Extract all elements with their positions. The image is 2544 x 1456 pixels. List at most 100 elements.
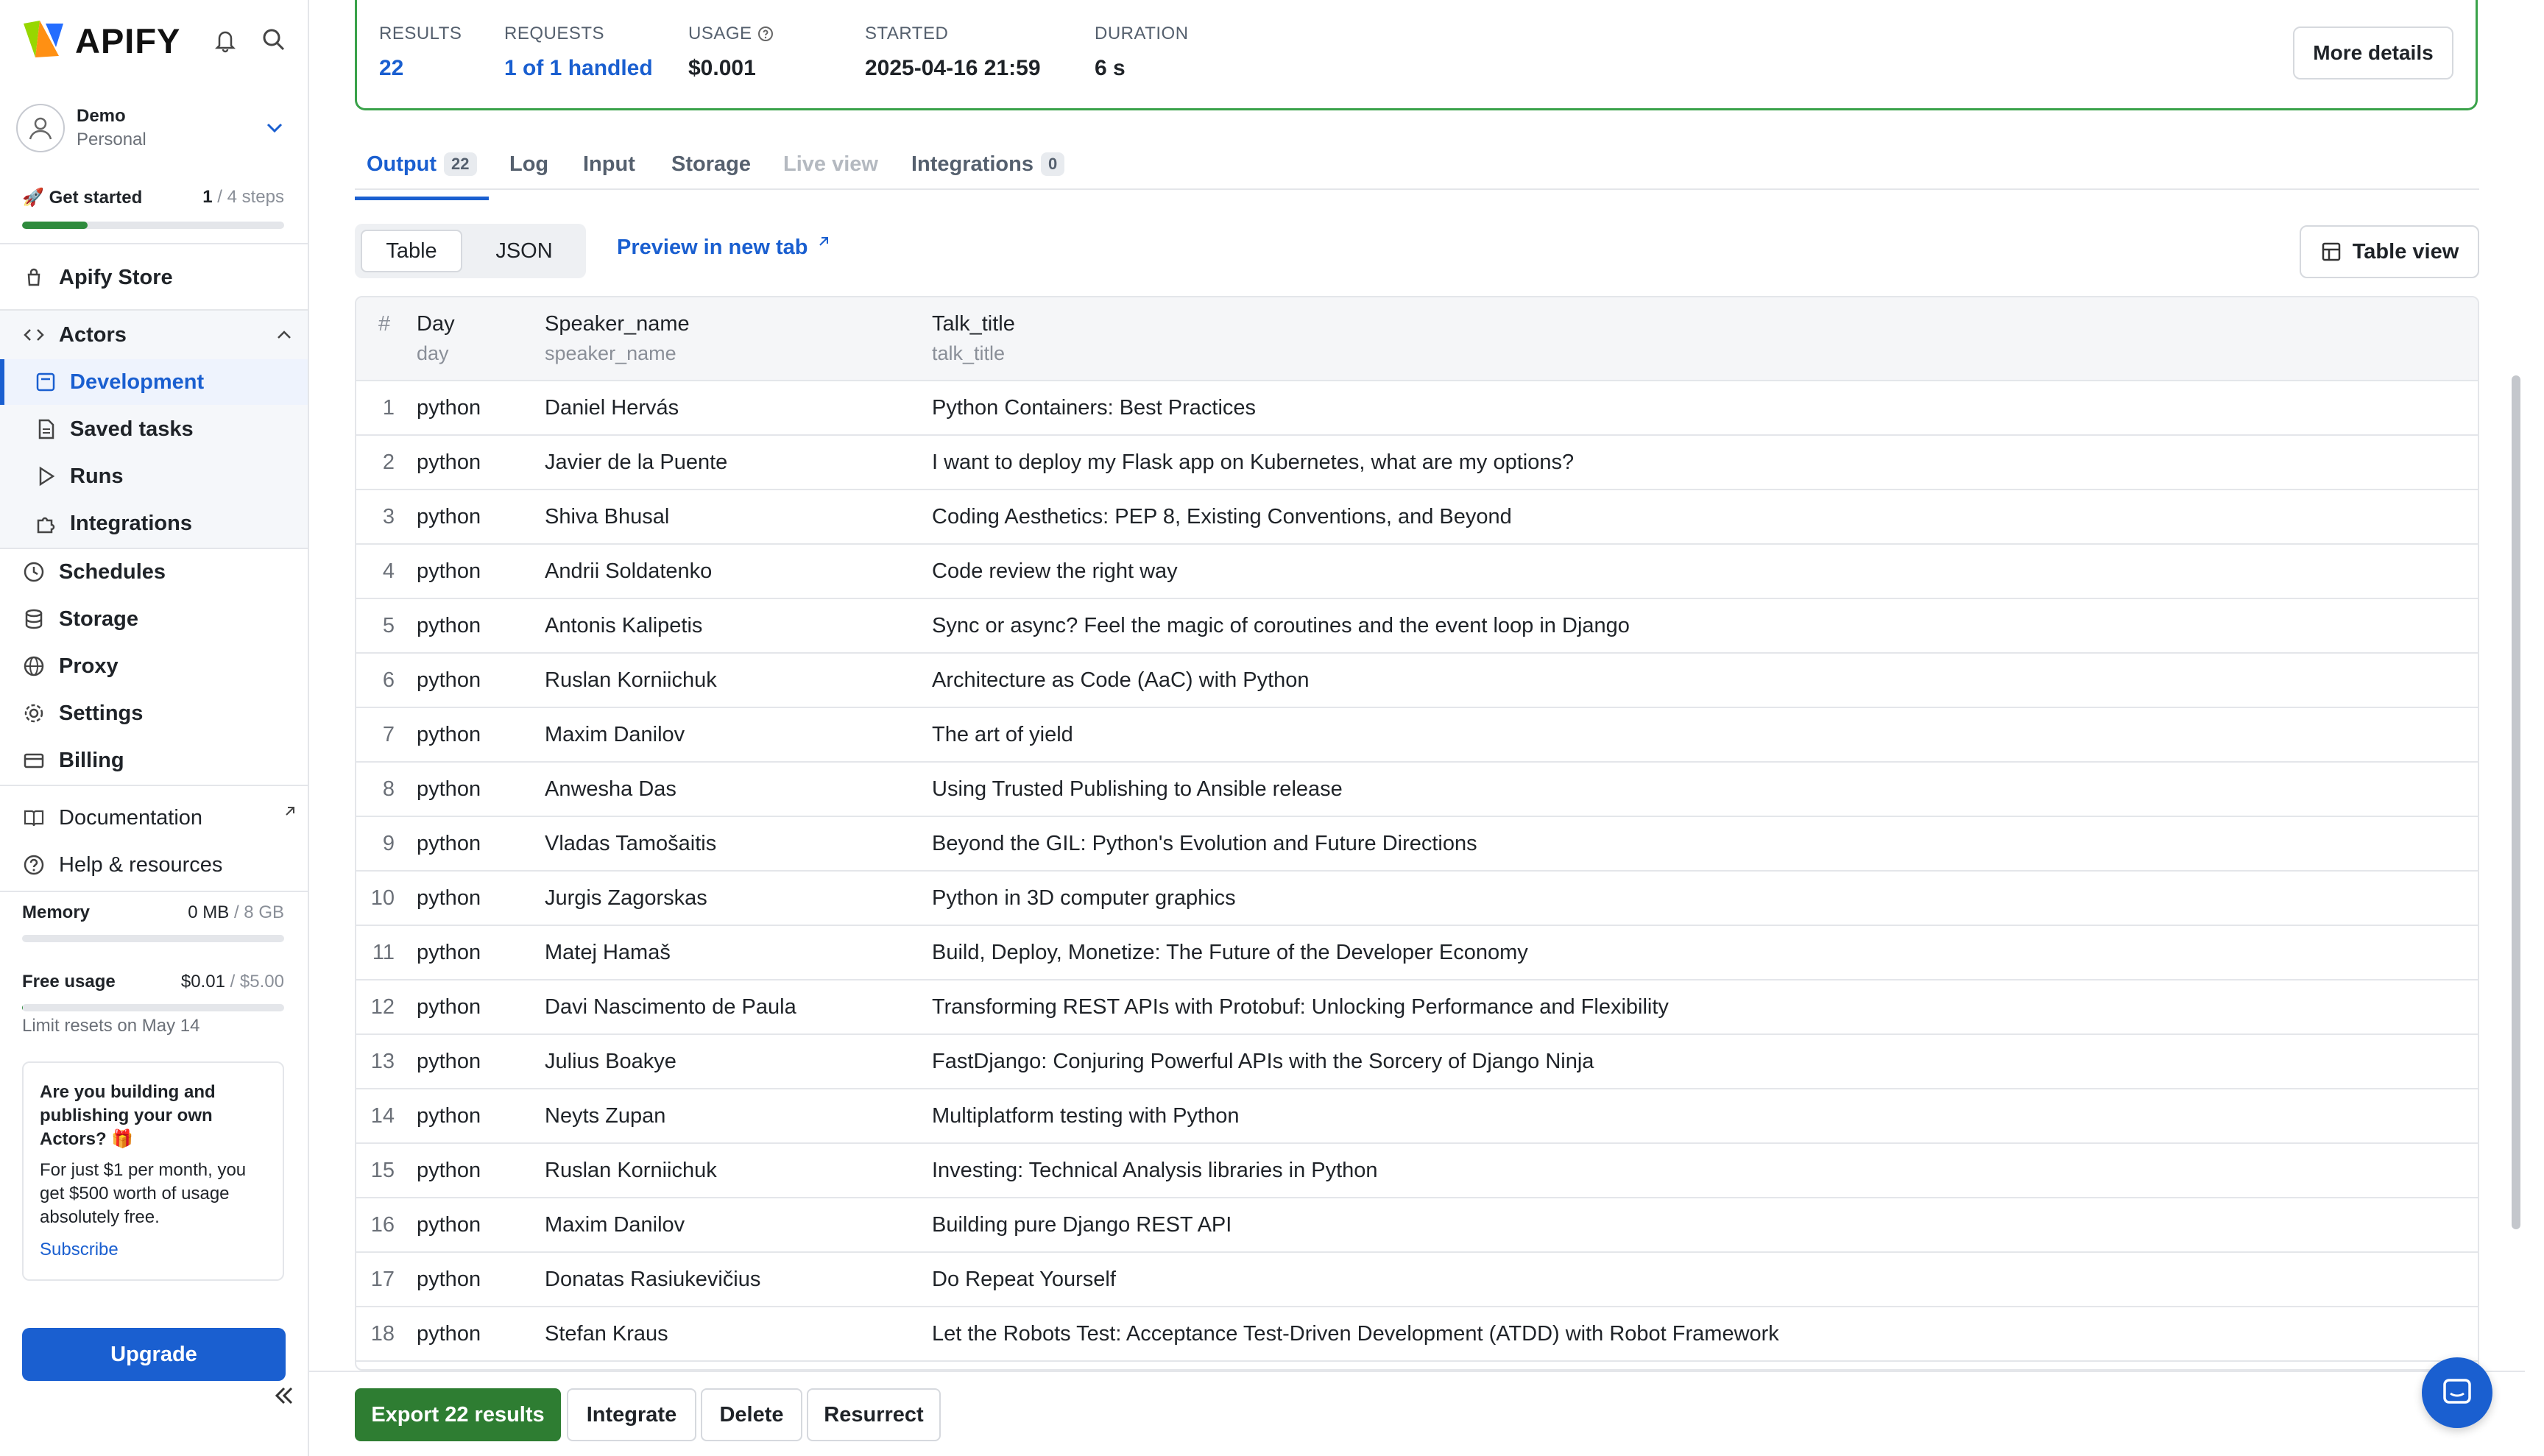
cell-speaker-name: Maxim Danilov	[545, 723, 685, 746]
document-icon	[38, 419, 54, 439]
sidebar-item-settings[interactable]: Settings	[0, 690, 308, 736]
sidebar-item-documentation[interactable]: Documentation	[0, 795, 308, 841]
collapse-sidebar-icon[interactable]	[271, 1382, 297, 1409]
table-row[interactable]: 10 python Jurgis Zagorskas Python in 3D com…	[356, 872, 2478, 926]
table-icon	[2322, 242, 2340, 261]
sidebar-item-actors[interactable]: Actors	[0, 312, 308, 358]
scrollbar[interactable]	[2512, 375, 2520, 1229]
get-started-steps: 1 / 4 steps	[202, 187, 284, 207]
cell-talk-title: Let the Robots Test: Acceptance Test-Dri…	[932, 1322, 1779, 1346]
sidebar-item-apify-store[interactable]: Apify Store	[0, 255, 308, 300]
sidebar-item-schedules[interactable]: Schedules	[0, 549, 308, 595]
development-icon	[36, 372, 55, 392]
cell-talk-title: Code review the right way	[932, 559, 1178, 583]
info-icon[interactable]	[757, 25, 774, 43]
row-index: 1	[382, 396, 395, 420]
column-header-talk-title[interactable]: Talk_title talk_title	[932, 312, 1015, 365]
table-row[interactable]: 7 python Maxim Danilov The art of yield	[356, 708, 2478, 763]
sidebar-item-saved-tasks[interactable]: Saved tasks	[0, 406, 308, 452]
preview-new-tab-link[interactable]: Preview in new tab	[617, 236, 830, 260]
stat-usage: USAGE $0.001	[688, 24, 774, 81]
column-header-day[interactable]: Day day	[417, 312, 455, 365]
table-row[interactable]: 16 python Maxim Danilov Building pure Djang…	[356, 1198, 2478, 1253]
limit-reset-note: Limit resets on May 14	[22, 1016, 200, 1036]
table-row[interactable]: 13 python Julius Boakye FastDjango: Conjuri…	[356, 1035, 2478, 1089]
get-started-progress[interactable]: 🚀 Get started 1 / 4 steps	[22, 187, 284, 229]
cell-talk-title: The art of yield	[932, 723, 1073, 746]
sidebar-item-development[interactable]: Development	[0, 359, 308, 405]
table-row[interactable]: 17 python Donatas Rasiukevičius Do Repeat Y…	[356, 1253, 2478, 1307]
account-switcher[interactable]: Demo Personal	[16, 100, 293, 156]
cell-speaker-name: Andrii Soldatenko	[545, 559, 713, 583]
apify-logo[interactable]: APIFY	[21, 18, 300, 63]
row-index: 17	[370, 1268, 395, 1291]
promo-body: For just $1 per month, you get $500 wort…	[40, 1160, 247, 1227]
export-results-button[interactable]: Export 22 results	[355, 1388, 561, 1441]
table-row[interactable]: 18 python Stefan Kraus Let the Robots Test:…	[356, 1307, 2478, 1362]
chevron-down-icon	[266, 123, 283, 133]
table-row[interactable]: 6 python Ruslan Korniichuk Architecture as …	[356, 654, 2478, 708]
sidebar-item-billing[interactable]: Billing	[0, 738, 308, 783]
upgrade-button[interactable]: Upgrade	[22, 1328, 286, 1381]
cell-day: python	[417, 777, 481, 801]
table-row[interactable]: 14 python Neyts Zupan Multiplatform testing…	[356, 1089, 2478, 1144]
results-link[interactable]: 22	[379, 56, 462, 81]
cell-day: python	[417, 1159, 481, 1182]
table-row[interactable]: 15 python Ruslan Korniichuk Investing: Tech…	[356, 1144, 2478, 1198]
tab-integrations[interactable]: Integrations 0	[911, 141, 1065, 187]
tab-input[interactable]: Input	[583, 141, 635, 187]
row-index: 11	[372, 941, 395, 964]
requests-link[interactable]: 1 of 1 handled	[504, 56, 653, 81]
search-icon[interactable]	[259, 25, 289, 54]
json-format-button[interactable]: JSON	[473, 230, 576, 272]
cell-talk-title: Python in 3D computer graphics	[932, 886, 1236, 910]
sidebar-item-integrations[interactable]: Integrations	[0, 501, 308, 546]
sidebar-item-help[interactable]: Help & resources	[0, 842, 308, 888]
column-header-speaker-name[interactable]: Speaker_name speaker_name	[545, 312, 690, 365]
integrate-button[interactable]: Integrate	[567, 1388, 696, 1441]
delete-button[interactable]: Delete	[701, 1388, 802, 1441]
cell-talk-title: Python Containers: Best Practices	[932, 396, 1257, 420]
table-row[interactable]: 11 python Matej Hamaš Build, Deploy, Moneti…	[356, 926, 2478, 980]
more-details-button[interactable]: More details	[2293, 26, 2453, 79]
resurrect-button[interactable]: Resurrect	[807, 1388, 941, 1441]
cell-talk-title: Using Trusted Publishing to Ansible rele…	[932, 777, 1343, 801]
sidebar-item-runs[interactable]: Runs	[0, 453, 308, 499]
cell-speaker-name: Davi Nascimento de Paula	[545, 995, 796, 1019]
table-view-button[interactable]: Table view	[2300, 225, 2479, 278]
cell-day: python	[417, 668, 481, 692]
cell-talk-title: Coding Aesthetics: PEP 8, Existing Conve…	[932, 505, 1512, 529]
clock-icon	[24, 562, 44, 582]
sidebar-item-proxy[interactable]: Proxy	[0, 643, 308, 689]
table-row[interactable]: 8 python Anwesha Das Using Trusted Publishi…	[356, 763, 2478, 817]
cell-day: python	[417, 614, 481, 637]
cell-speaker-name: Stefan Kraus	[545, 1322, 668, 1346]
row-index: 2	[382, 450, 395, 474]
table-row[interactable]: 4 python Andrii Soldatenko Code review the …	[356, 545, 2478, 599]
chat-support-button[interactable]	[2422, 1357, 2492, 1428]
table-row[interactable]: 12 python Davi Nascimento de Paula Transfor…	[356, 980, 2478, 1035]
tab-storage[interactable]: Storage	[671, 141, 751, 187]
table-format-button[interactable]: Table	[361, 230, 462, 272]
bell-icon[interactable]	[211, 25, 240, 54]
stat-started: STARTED 2025-04-16 21:59	[865, 24, 1041, 80]
tab-log[interactable]: Log	[509, 141, 548, 187]
tab-live-view: Live view	[783, 152, 878, 176]
table-row[interactable]: 9 python Vladas Tamošaitis Beyond the GIL: …	[356, 817, 2478, 872]
table-row[interactable]: 1 python Daniel Hervás Python Containers: B…	[356, 381, 2478, 436]
sidebar-item-storage[interactable]: Storage	[0, 596, 308, 642]
row-index: 6	[382, 668, 395, 692]
table-row[interactable]: 3 python Shiva Bhusal Coding Aesthetics: PE…	[356, 490, 2478, 545]
puzzle-icon	[37, 517, 55, 534]
cell-day: python	[417, 450, 481, 474]
table-row[interactable]: 2 python Javier de la Puente I want to depl…	[356, 436, 2478, 490]
tab-output[interactable]: Output 22	[355, 141, 488, 200]
subscribe-link[interactable]: Subscribe	[40, 1240, 266, 1260]
cell-day: python	[417, 832, 481, 855]
action-bar: Export 22 results Integrate Delete Resur…	[309, 1371, 2525, 1456]
chat-icon	[2443, 1379, 2471, 1404]
table-row[interactable]: 5 python Antonis Kalipetis Sync or async? F…	[356, 599, 2478, 654]
account-name: Demo	[77, 106, 126, 126]
cell-day: python	[417, 1268, 481, 1291]
row-index: 3	[382, 505, 395, 529]
